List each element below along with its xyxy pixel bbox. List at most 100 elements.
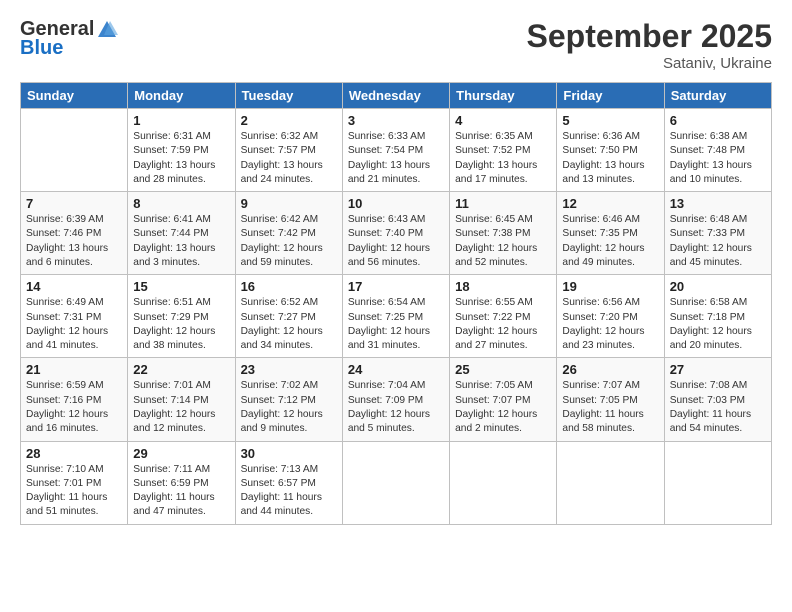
calendar-cell: 22 Sunrise: 7:01 AMSunset: 7:14 PMDayligh… (128, 358, 235, 441)
calendar-cell: 10Sunrise: 6:43 AMSunset: 7:40 PMDayligh… (342, 192, 449, 275)
day-number: 13 (670, 196, 766, 211)
day-number: 21 (26, 362, 122, 377)
day-number: 27 (670, 362, 766, 377)
header-row: General Blue September 2025 Sataniv, Ukr… (20, 18, 772, 72)
calendar-cell: 5 Sunrise: 6:36 AMSunset: 7:50 PMDaylight… (557, 109, 664, 192)
week-row-2: 7 Sunrise: 6:39 AMSunset: 7:46 PMDaylight… (21, 192, 772, 275)
cell-content: Sunrise: 6:35 AMSunset: 7:52 PMDaylight:… (455, 130, 551, 187)
calendar-cell: 25 Sunrise: 7:05 AMSunset: 7:07 PMDayligh… (450, 358, 557, 441)
cell-content: Sunrise: 6:32 AMSunset: 7:57 PMDaylight:… (241, 130, 337, 187)
cell-content: Sunrise: 7:11 AMSunset: 6:59 PMDaylight:… (133, 463, 229, 520)
day-number: 23 (241, 362, 337, 377)
calendar-cell: 2 Sunrise: 6:32 AMSunset: 7:57 PMDaylight… (235, 109, 342, 192)
cell-content: Sunrise: 7:04 AMSunset: 7:09 PMDaylight:… (348, 379, 444, 436)
cell-content: Sunrise: 6:39 AMSunset: 7:46 PMDaylight:… (26, 213, 122, 270)
day-number: 17 (348, 279, 444, 294)
main-container: General Blue September 2025 Sataniv, Ukr… (0, 0, 792, 535)
calendar-cell: 30 Sunrise: 7:13 AMSunset: 6:57 PMDayligh… (235, 441, 342, 524)
day-number: 9 (241, 196, 337, 211)
calendar-cell (557, 441, 664, 524)
header-row-days: SundayMondayTuesdayWednesdayThursdayFrid… (21, 83, 772, 109)
day-number: 18 (455, 279, 551, 294)
cell-content: Sunrise: 7:02 AMSunset: 7:12 PMDaylight:… (241, 379, 337, 436)
calendar-cell: 26 Sunrise: 7:07 AMSunset: 7:05 PMDayligh… (557, 358, 664, 441)
calendar-cell: 15Sunrise: 6:51 AMSunset: 7:29 PMDayligh… (128, 275, 235, 358)
cell-content: Sunrise: 7:07 AMSunset: 7:05 PMDaylight:… (562, 379, 658, 436)
cell-content: Sunrise: 6:56 AMSunset: 7:20 PMDaylight:… (562, 296, 658, 353)
calendar-cell: 18 Sunrise: 6:55 AMSunset: 7:22 PMDayligh… (450, 275, 557, 358)
calendar-cell: 21Sunrise: 6:59 AMSunset: 7:16 PMDayligh… (21, 358, 128, 441)
cell-content: Sunrise: 7:10 AMSunset: 7:01 PMDaylight:… (26, 463, 122, 520)
location: Sataniv, Ukraine (527, 55, 772, 72)
day-number: 30 (241, 446, 337, 461)
day-number: 12 (562, 196, 658, 211)
cell-content: Sunrise: 6:48 AMSunset: 7:33 PMDaylight:… (670, 213, 766, 270)
calendar-cell: 17 Sunrise: 6:54 AMSunset: 7:25 PMDayligh… (342, 275, 449, 358)
col-header-monday: Monday (128, 83, 235, 109)
logo-icon (96, 19, 118, 41)
day-number: 1 (133, 113, 229, 128)
calendar-cell: 16 Sunrise: 6:52 AMSunset: 7:27 PMDayligh… (235, 275, 342, 358)
month-title: September 2025 (527, 18, 772, 55)
cell-content: Sunrise: 7:13 AMSunset: 6:57 PMDaylight:… (241, 463, 337, 520)
cell-content: Sunrise: 6:31 AMSunset: 7:59 PMDaylight:… (133, 130, 229, 187)
calendar-cell: 12Sunrise: 6:46 AMSunset: 7:35 PMDayligh… (557, 192, 664, 275)
cell-content: Sunrise: 6:43 AMSunset: 7:40 PMDaylight:… (348, 213, 444, 270)
calendar-cell (342, 441, 449, 524)
title-block: September 2025 Sataniv, Ukraine (527, 18, 772, 72)
week-row-4: 21Sunrise: 6:59 AMSunset: 7:16 PMDayligh… (21, 358, 772, 441)
calendar-cell: 4 Sunrise: 6:35 AMSunset: 7:52 PMDaylight… (450, 109, 557, 192)
calendar-cell: 23 Sunrise: 7:02 AMSunset: 7:12 PMDayligh… (235, 358, 342, 441)
day-number: 6 (670, 113, 766, 128)
calendar-cell: 29 Sunrise: 7:11 AMSunset: 6:59 PMDayligh… (128, 441, 235, 524)
calendar-cell: 7 Sunrise: 6:39 AMSunset: 7:46 PMDaylight… (21, 192, 128, 275)
cell-content: Sunrise: 6:52 AMSunset: 7:27 PMDaylight:… (241, 296, 337, 353)
day-number: 2 (241, 113, 337, 128)
calendar-cell: 11 Sunrise: 6:45 AMSunset: 7:38 PMDayligh… (450, 192, 557, 275)
cell-content: Sunrise: 6:36 AMSunset: 7:50 PMDaylight:… (562, 130, 658, 187)
cell-content: Sunrise: 6:55 AMSunset: 7:22 PMDaylight:… (455, 296, 551, 353)
day-number: 26 (562, 362, 658, 377)
cell-content: Sunrise: 7:05 AMSunset: 7:07 PMDaylight:… (455, 379, 551, 436)
day-number: 14 (26, 279, 122, 294)
col-header-thursday: Thursday (450, 83, 557, 109)
day-number: 5 (562, 113, 658, 128)
col-header-sunday: Sunday (21, 83, 128, 109)
day-number: 24 (348, 362, 444, 377)
calendar-cell: 6Sunrise: 6:38 AMSunset: 7:48 PMDaylight… (664, 109, 771, 192)
col-header-friday: Friday (557, 83, 664, 109)
cell-content: Sunrise: 6:45 AMSunset: 7:38 PMDaylight:… (455, 213, 551, 270)
day-number: 25 (455, 362, 551, 377)
day-number: 16 (241, 279, 337, 294)
cell-content: Sunrise: 7:08 AMSunset: 7:03 PMDaylight:… (670, 379, 766, 436)
day-number: 7 (26, 196, 122, 211)
calendar-cell: 14 Sunrise: 6:49 AMSunset: 7:31 PMDayligh… (21, 275, 128, 358)
day-number: 29 (133, 446, 229, 461)
day-number: 4 (455, 113, 551, 128)
logo: General Blue (20, 18, 118, 60)
day-number: 28 (26, 446, 122, 461)
day-number: 19 (562, 279, 658, 294)
day-number: 11 (455, 196, 551, 211)
calendar-cell: 8Sunrise: 6:41 AMSunset: 7:44 PMDaylight… (128, 192, 235, 275)
cell-content: Sunrise: 6:54 AMSunset: 7:25 PMDaylight:… (348, 296, 444, 353)
calendar-table: SundayMondayTuesdayWednesdayThursdayFrid… (20, 82, 772, 525)
week-row-5: 28 Sunrise: 7:10 AMSunset: 7:01 PMDayligh… (21, 441, 772, 524)
cell-content: Sunrise: 6:33 AMSunset: 7:54 PMDaylight:… (348, 130, 444, 187)
day-number: 15 (133, 279, 229, 294)
calendar-cell: 28 Sunrise: 7:10 AMSunset: 7:01 PMDayligh… (21, 441, 128, 524)
cell-content: Sunrise: 6:41 AMSunset: 7:44 PMDaylight:… (133, 213, 229, 270)
calendar-cell (450, 441, 557, 524)
calendar-cell: 24 Sunrise: 7:04 AMSunset: 7:09 PMDayligh… (342, 358, 449, 441)
cell-content: Sunrise: 6:42 AMSunset: 7:42 PMDaylight:… (241, 213, 337, 270)
calendar-cell: 19 Sunrise: 6:56 AMSunset: 7:20 PMDayligh… (557, 275, 664, 358)
col-header-wednesday: Wednesday (342, 83, 449, 109)
calendar-cell: 1 Sunrise: 6:31 AMSunset: 7:59 PMDaylight… (128, 109, 235, 192)
cell-content: Sunrise: 6:49 AMSunset: 7:31 PMDaylight:… (26, 296, 122, 353)
calendar-cell: 3Sunrise: 6:33 AMSunset: 7:54 PMDaylight… (342, 109, 449, 192)
calendar-cell: 20Sunrise: 6:58 AMSunset: 7:18 PMDayligh… (664, 275, 771, 358)
cell-content: Sunrise: 7:01 AMSunset: 7:14 PMDaylight:… (133, 379, 229, 436)
day-number: 22 (133, 362, 229, 377)
calendar-cell: 9 Sunrise: 6:42 AMSunset: 7:42 PMDaylight… (235, 192, 342, 275)
cell-content: Sunrise: 6:58 AMSunset: 7:18 PMDaylight:… (670, 296, 766, 353)
